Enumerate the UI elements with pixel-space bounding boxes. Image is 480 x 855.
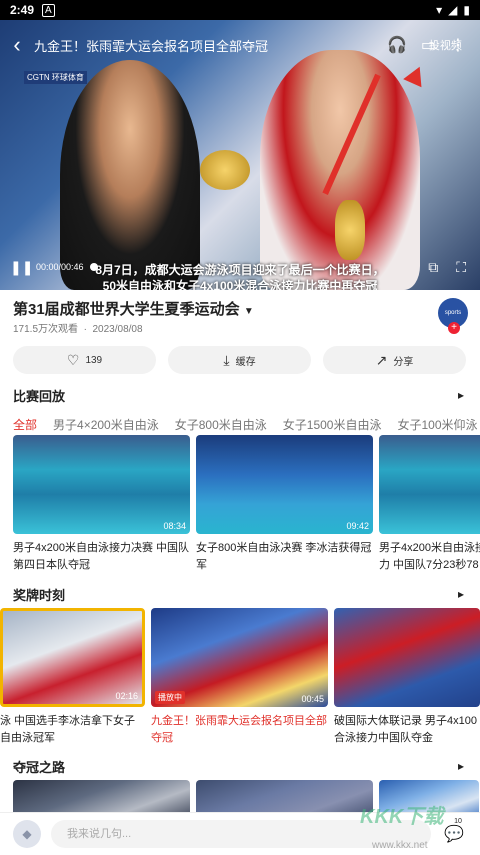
video-meta: 171.5万次观看 · 2023/08/08 bbox=[13, 324, 143, 335]
pause-button[interactable]: ❚❚ bbox=[0, 259, 33, 276]
subtitle-line-2: 50米自由泳和女子4x100米混合泳接力比赛中再夺冠 bbox=[102, 279, 378, 290]
video-thumbnail: 播放中 00:45 bbox=[151, 608, 328, 707]
event-title-text: 第31届成都世界大学生夏季运动会 bbox=[13, 301, 240, 318]
video-thumbnail: 08:34 bbox=[13, 435, 190, 534]
duration-label: 00:45 bbox=[301, 694, 324, 704]
comment-icon[interactable]: 💬 10 bbox=[444, 818, 464, 844]
share-label: 分享 bbox=[393, 356, 414, 368]
replay-tabs: 全部 男子4×200米自由泳 女子800米自由泳 女子1500米自由泳 女子10… bbox=[13, 416, 478, 433]
duration-label: 09:42 bbox=[346, 521, 369, 531]
video-thumbnail bbox=[379, 435, 480, 534]
video-top-bar: ‹ 九金王！张雨霏大运会报名项目全部夺冠 🎧 ▭ 投视频 ⋮ bbox=[0, 32, 480, 58]
signal-icon: ◢ bbox=[448, 3, 458, 17]
user-avatar-icon[interactable]: ◆ bbox=[13, 820, 41, 848]
medal-card[interactable]: 播放中 00:45 九金王！张雨霏大运会报名项目全部夺冠 bbox=[151, 608, 328, 747]
replay-card[interactable]: 09:42 女子800米自由泳决赛 李冰洁获得冠军 bbox=[196, 435, 373, 574]
card-title: 泳 中国选手李冰洁拿下女子自由泳冠军 bbox=[0, 715, 136, 744]
chevron-down-icon[interactable]: ▼ bbox=[244, 306, 254, 317]
follow-plus-icon[interactable]: + bbox=[448, 322, 460, 334]
replay-more-icon[interactable]: ▸ bbox=[458, 388, 464, 402]
tv-cast-label: 投视频 bbox=[428, 40, 462, 52]
video-controls: ❚❚ 00:00/00:46 ⧉ ⛶ bbox=[0, 256, 480, 278]
section-title-medal: 奖牌时刻 bbox=[13, 588, 66, 603]
card-title: 九金王！张雨霏大运会报名项目全部夺冠 bbox=[151, 715, 327, 744]
replay-card[interactable]: 08:34 男子4x200米自由泳接力决赛 中国队第四日本队夺冠 bbox=[13, 435, 190, 574]
comment-count: 10 bbox=[454, 818, 462, 825]
watermark-logo: KKK下载 bbox=[360, 806, 444, 828]
video-medal-2 bbox=[335, 200, 365, 260]
duration-label: 02:16 bbox=[115, 691, 138, 701]
card-title: 男子4x200米自由泳接力决赛 中国队第四日本队夺冠 bbox=[13, 542, 190, 571]
heart-icon: ♡ bbox=[66, 351, 80, 368]
battery-icon: ▮ bbox=[463, 3, 470, 17]
video-medal bbox=[200, 150, 250, 190]
tab-all[interactable]: 全部 bbox=[13, 416, 37, 433]
fullscreen-icon[interactable]: ⛶ bbox=[456, 259, 466, 276]
replay-row: 08:34 男子4x200米自由泳接力决赛 中国队第四日本队夺冠 09:42 女… bbox=[13, 435, 480, 574]
progress-knob[interactable] bbox=[89, 263, 98, 271]
tab-women-800-free[interactable]: 女子800米自由泳 bbox=[175, 416, 267, 433]
duration-label: 08:34 bbox=[163, 521, 186, 531]
download-icon: ⤓ bbox=[223, 351, 230, 368]
section-title-road: 夺冠之路 bbox=[13, 760, 66, 775]
medal-card[interactable]: 破国际大体联记录 男子4x100合泳接力中国队夺金 bbox=[334, 608, 480, 747]
replay-card[interactable]: 男子4x200米自由泳接力 中国队7分23秒78晋级 bbox=[379, 435, 480, 574]
video-thumbnail: 09:42 bbox=[196, 435, 373, 534]
card-title: 破国际大体联记录 男子4x100合泳接力中国队夺金 bbox=[334, 715, 478, 744]
notification-icon: A bbox=[42, 3, 55, 17]
tab-women-1500-free[interactable]: 女子1500米自由泳 bbox=[283, 416, 382, 433]
tab-men-4x200-free[interactable]: 男子4×200米自由泳 bbox=[53, 416, 159, 433]
channel-avatar[interactable]: sports + bbox=[438, 298, 468, 334]
view-count: 171.5万次观看 bbox=[13, 324, 79, 335]
tab-women-100-back[interactable]: 女子100米仰泳 bbox=[397, 416, 477, 433]
wifi-icon: ▾ bbox=[436, 3, 443, 17]
video-time: 00:00/00:46 bbox=[36, 262, 84, 272]
avatar-label: sports bbox=[444, 310, 462, 316]
medal-row: 02:16 泳 中国选手李冰洁拿下女子自由泳冠军 播放中 00:45 九金王！张… bbox=[0, 608, 480, 747]
status-bar: 2:49 A ▾ ◢ ▮ bbox=[0, 0, 480, 20]
share-button[interactable]: ↗ 分享 bbox=[323, 346, 466, 374]
like-count: 139 bbox=[85, 354, 103, 366]
status-time: 2:49 bbox=[10, 3, 35, 17]
back-icon[interactable]: ‹ bbox=[0, 32, 34, 58]
card-title: 男子4x200米自由泳接力 中国队7分23秒78晋级 bbox=[379, 542, 480, 571]
tv-cast-icon[interactable]: ▭ 投视频 bbox=[421, 35, 462, 55]
card-title: 女子800米自由泳决赛 李冰洁获得冠军 bbox=[196, 542, 372, 571]
share-icon: ↗ bbox=[375, 351, 388, 368]
video-player[interactable]: CGTN 环球体育 8月7日，成都大运会游泳项目迎来了最后一个比赛日， 50米自… bbox=[0, 20, 480, 290]
section-title-replay: 比赛回放 bbox=[13, 389, 66, 404]
download-label: 缓存 bbox=[235, 356, 256, 368]
pip-icon[interactable]: ⧉ bbox=[428, 259, 438, 276]
road-more-icon[interactable]: ▸ bbox=[458, 759, 464, 773]
playing-badge: 播放中 bbox=[155, 691, 185, 704]
video-thumbnail: 02:16 bbox=[0, 608, 145, 707]
download-button[interactable]: ⤓ 缓存 bbox=[168, 346, 311, 374]
video-thumbnail bbox=[334, 608, 480, 707]
headphones-icon[interactable]: 🎧 bbox=[387, 35, 407, 55]
channel-logo: CGTN 环球体育 bbox=[24, 71, 87, 84]
watermark-url: www.kkx.net bbox=[372, 840, 428, 851]
video-title: 九金王！张雨霏大运会报名项目全部夺冠 bbox=[34, 38, 269, 54]
medal-more-icon[interactable]: ▸ bbox=[458, 587, 464, 601]
event-title[interactable]: 第31届成都世界大学生夏季运动会 ▼ bbox=[13, 298, 254, 319]
publish-date: 2023/08/08 bbox=[92, 324, 143, 335]
medal-card[interactable]: 02:16 泳 中国选手李冰洁拿下女子自由泳冠军 bbox=[0, 608, 145, 747]
like-button[interactable]: ♡ 139 bbox=[13, 346, 156, 374]
action-row: ♡ 139 ⤓ 缓存 ↗ 分享 bbox=[13, 346, 466, 374]
